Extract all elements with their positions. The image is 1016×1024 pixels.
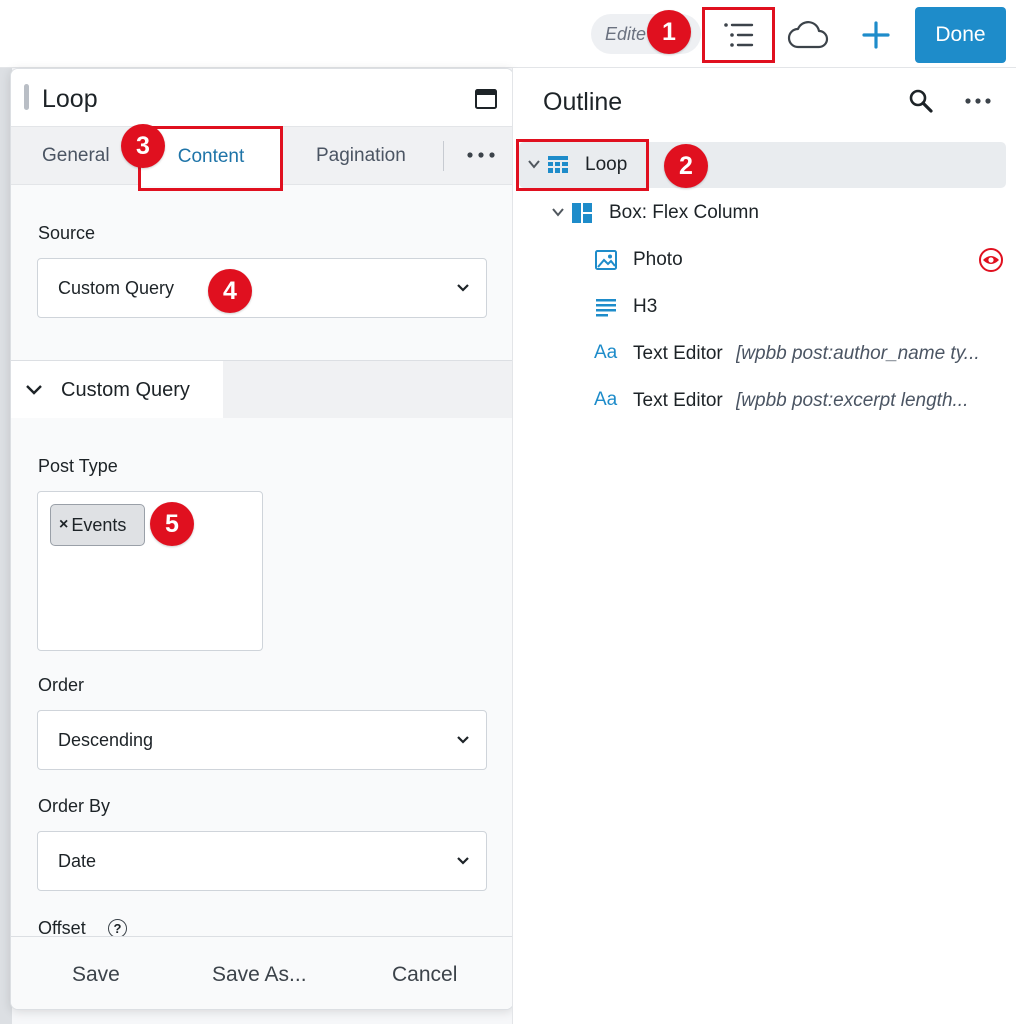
outline-row-text-editor[interactable]: Aa Text Editor [wpbb post:excerpt length… <box>513 378 1007 424</box>
settings-panel: Loop General Content Pagination Source C… <box>10 68 514 1010</box>
annotation-badge: 5 <box>150 502 194 546</box>
tab-pagination[interactable]: Pagination <box>316 145 406 167</box>
photo-icon <box>595 250 617 270</box>
outline-row-text-editor[interactable]: Aa Text Editor [wpbb post:author_name ty… <box>513 331 1007 377</box>
outline-row-label: Text Editor <box>633 343 723 364</box>
outline-row-label: Text Editor <box>633 390 723 411</box>
source-value: Custom Query <box>58 277 175 298</box>
search-icon[interactable] <box>908 88 934 114</box>
post-type-multiselect[interactable]: × Events <box>37 491 263 651</box>
cancel-button[interactable]: Cancel <box>392 963 457 987</box>
more-options-icon[interactable] <box>963 92 993 110</box>
outline-list-icon <box>724 23 754 47</box>
remove-tag-icon[interactable]: × <box>59 516 68 534</box>
source-label: Source <box>38 223 96 243</box>
annotation-badge: 1 <box>647 10 691 54</box>
outline-row-shortcode: [wpbb post:excerpt length... <box>736 390 969 411</box>
text-editor-icon: Aa <box>594 342 618 363</box>
chevron-down-icon[interactable] <box>527 157 541 171</box>
section-title: Custom Query <box>61 379 190 401</box>
order-by-label: Order By <box>38 796 111 816</box>
box-layout-icon <box>572 203 592 223</box>
drag-handle[interactable] <box>24 84 29 110</box>
maximize-icon[interactable] <box>474 87 498 111</box>
text-editor-icon: Aa <box>594 389 618 410</box>
edited-status-label: Edite <box>605 23 647 44</box>
save-button[interactable]: Save <box>72 963 120 987</box>
order-by-value: Date <box>58 850 97 871</box>
save-as-button[interactable]: Save As... <box>212 963 307 987</box>
more-options-icon[interactable] <box>464 143 498 167</box>
post-type-tag[interactable]: × Events <box>50 504 145 546</box>
panel-title: Loop <box>42 85 98 113</box>
outline-row-label: Loop <box>585 154 628 175</box>
post-type-label: Post Type <box>38 456 118 476</box>
order-select[interactable]: Descending <box>37 710 487 770</box>
outline-row-label: H3 <box>633 296 658 317</box>
outline-title: Outline <box>543 88 623 116</box>
section-header-filler <box>223 361 513 418</box>
outline-row-heading[interactable]: H3 <box>513 284 1007 330</box>
outline-row-loop[interactable]: Loop <box>519 142 1006 188</box>
custom-query-section-header[interactable]: Custom Query <box>11 361 223 418</box>
chevron-down-icon <box>457 284 469 292</box>
chevron-down-icon <box>26 385 42 395</box>
annotation-badge: 3 <box>121 124 165 168</box>
panel-tabs: General Content Pagination <box>11 127 513 186</box>
plus-icon <box>862 21 890 49</box>
outline-row-photo[interactable]: Photo <box>513 237 1007 283</box>
outline-row-box[interactable]: Box: Flex Column <box>513 190 1007 236</box>
panel-header: Loop <box>11 69 513 127</box>
cloud-button[interactable] <box>784 13 832 57</box>
annotation-badge: 4 <box>208 269 252 313</box>
tab-general[interactable]: General <box>42 145 110 167</box>
outline-toggle-button[interactable] <box>704 9 774 61</box>
source-select[interactable]: Custom Query <box>37 258 487 318</box>
cloud-icon <box>787 21 829 49</box>
tab-divider <box>443 141 444 171</box>
outline-row-shortcode: [wpbb post:author_name ty... <box>736 343 980 364</box>
annotation-badge: 2 <box>664 144 708 188</box>
add-content-button[interactable] <box>852 13 900 57</box>
tab-content-label: Content <box>177 145 245 167</box>
heading-icon <box>596 299 616 317</box>
outline-row-label: Box: Flex Column <box>609 202 759 223</box>
outline-panel: Outline Loop Box: Flex Column Photo H3 A… <box>512 68 1016 1024</box>
visibility-eye-icon[interactable] <box>978 247 1004 273</box>
order-label: Order <box>38 675 85 695</box>
done-button[interactable]: Done <box>915 7 1006 63</box>
outline-row-label: Photo <box>633 249 683 270</box>
post-type-tag-label: Events <box>71 514 127 535</box>
top-bar: Edite Done <box>0 0 1016 68</box>
chevron-down-icon <box>457 857 469 865</box>
panel-footer: Save Save As... Cancel <box>11 936 513 1009</box>
chevron-down-icon <box>457 736 469 744</box>
order-value: Descending <box>58 729 154 750</box>
chevron-down-icon[interactable] <box>551 205 565 219</box>
loop-grid-icon <box>548 156 568 173</box>
order-by-select[interactable]: Date <box>37 831 487 891</box>
